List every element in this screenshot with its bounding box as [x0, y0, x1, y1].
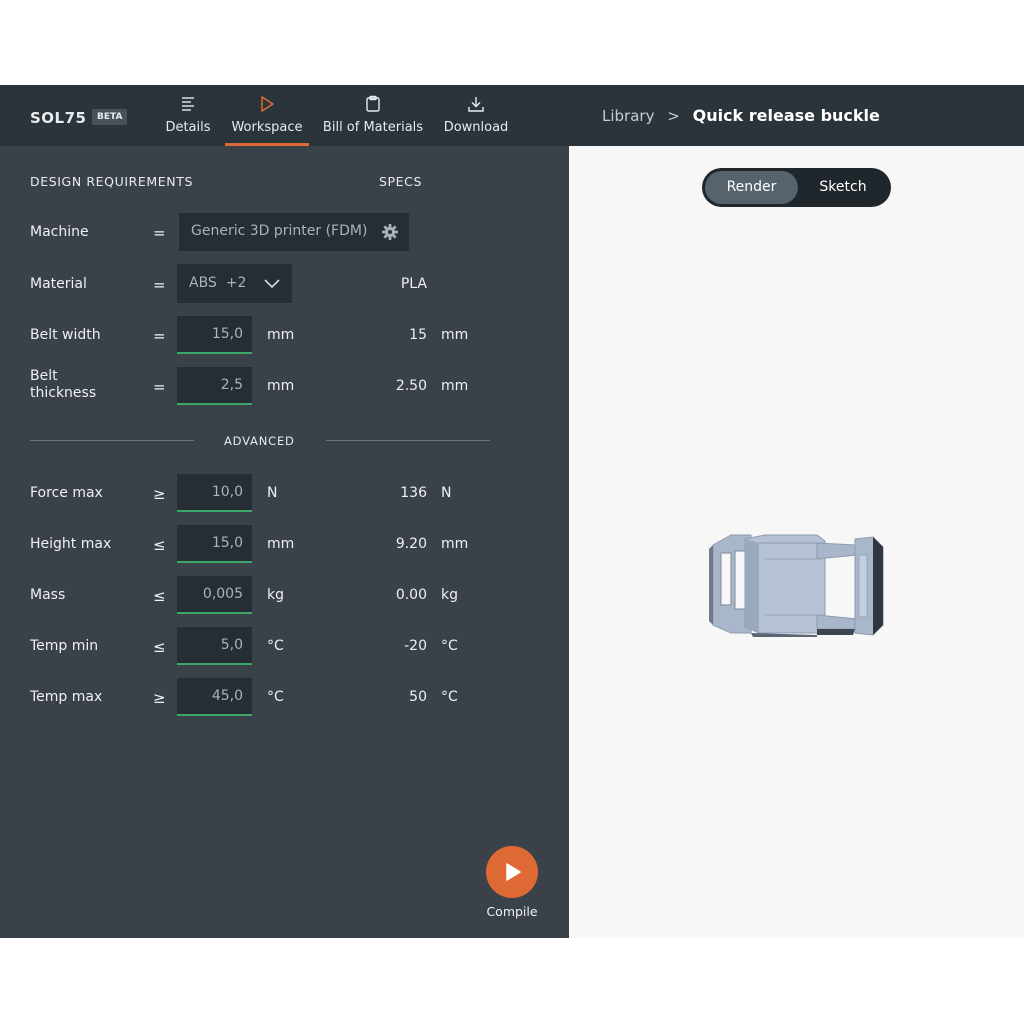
material-operator: = [153, 276, 166, 294]
machine-label: Machine [30, 224, 89, 240]
belt-thickness-label-line2: thickness [30, 385, 97, 401]
belt-width-input[interactable]: 15,0 [177, 316, 252, 354]
belt-thickness-label: Belt thickness [30, 368, 96, 402]
breadcrumb-separator: > [667, 107, 680, 125]
material-value: ABS +2 [189, 275, 247, 291]
compile-label: Compile [486, 904, 538, 919]
belt-thickness-spec: 2.50 [395, 378, 427, 394]
breadcrumb-library-link[interactable]: Library [602, 107, 654, 125]
clipboard-icon [366, 95, 380, 112]
beta-badge: BETA [92, 109, 128, 125]
mass-spec: 0.00 [395, 587, 427, 603]
play-icon [506, 863, 521, 881]
requirements-panel: DESIGN REQUIREMENTS SPECS Machine = Gene… [0, 146, 569, 938]
temp-max-spec: 50 [409, 689, 427, 705]
tab-download-label: Download [443, 120, 509, 135]
chevron-down-icon [264, 279, 280, 289]
tab-download[interactable]: Download [442, 85, 510, 146]
temp-max-label: Temp max [30, 689, 103, 705]
model-viewer: Render Sketch [569, 146, 1024, 938]
belt-width-spec-unit: mm [441, 327, 469, 343]
force-max-operator: ≥ [153, 485, 166, 503]
temp-min-input[interactable]: 5,0 [177, 627, 252, 665]
temp-max-operator: ≥ [153, 689, 166, 707]
compile-button[interactable] [486, 846, 538, 898]
temp-max-input[interactable]: 45,0 [177, 678, 252, 716]
height-max-spec-unit: mm [441, 536, 469, 552]
advanced-section-label: ADVANCED [224, 434, 295, 448]
belt-thickness-label-line1: Belt [30, 368, 58, 384]
belt-width-operator: = [153, 327, 166, 345]
belt-thickness-spec-unit: mm [441, 378, 469, 394]
mass-unit: kg [267, 587, 284, 603]
mass-input[interactable]: 0,005 [177, 576, 252, 614]
material-label: Material [30, 276, 87, 292]
view-mode-toggle: Render Sketch [702, 168, 891, 207]
belt-thickness-input[interactable]: 2,5 [177, 367, 252, 405]
gear-icon[interactable] [381, 223, 399, 241]
height-max-unit: mm [267, 536, 295, 552]
force-max-spec-unit: N [441, 485, 452, 501]
force-max-unit: N [267, 485, 278, 501]
temp-min-label: Temp min [30, 638, 99, 654]
temp-min-spec-unit: °C [441, 638, 458, 654]
height-max-input[interactable]: 15,0 [177, 525, 252, 563]
page-title: Quick release buckle [692, 106, 880, 125]
height-max-operator: ≤ [153, 536, 166, 554]
tab-workspace-label: Workspace [231, 120, 303, 135]
design-requirements-header: DESIGN REQUIREMENTS [30, 174, 193, 189]
belt-thickness-unit: mm [267, 378, 295, 394]
brand-logo: SOL75 [30, 109, 87, 127]
sketch-toggle-button[interactable]: Sketch [798, 171, 888, 204]
play-outline-icon [261, 96, 274, 112]
material-dropdown[interactable]: ABS +2 [177, 264, 292, 303]
material-spec: PLA [400, 276, 427, 292]
belt-thickness-operator: = [153, 378, 166, 396]
divider-right [326, 440, 490, 441]
download-icon [468, 97, 484, 112]
list-icon [182, 97, 194, 111]
specs-header: SPECS [379, 174, 423, 189]
force-max-input[interactable]: 10,0 [177, 474, 252, 512]
machine-operator: = [153, 224, 166, 242]
buckle-3d-model[interactable] [705, 529, 887, 641]
belt-width-spec: 15 [409, 327, 427, 343]
temp-max-spec-unit: °C [441, 689, 458, 705]
machine-select[interactable]: Generic 3D printer (FDM) [179, 213, 409, 251]
temp-min-unit: °C [267, 638, 284, 654]
tab-bill-of-materials-label: Bill of Materials [322, 120, 424, 135]
height-max-label: Height max [30, 536, 112, 552]
temp-min-operator: ≤ [153, 638, 166, 656]
mass-label: Mass [30, 587, 66, 603]
tab-bill-of-materials[interactable]: Bill of Materials [322, 85, 424, 146]
temp-min-spec: -20 [404, 638, 427, 654]
mass-spec-unit: kg [441, 587, 458, 603]
force-max-label: Force max [30, 485, 103, 501]
breadcrumb: Library > Quick release buckle [602, 106, 880, 125]
belt-width-unit: mm [267, 327, 295, 343]
app-window: SOL75 BETA Details Workspace Bill of Mat… [0, 85, 1024, 938]
temp-max-unit: °C [267, 689, 284, 705]
tab-details[interactable]: Details [160, 85, 216, 146]
divider-left [30, 440, 194, 441]
tab-workspace[interactable]: Workspace [225, 85, 309, 146]
top-bar: SOL75 BETA Details Workspace Bill of Mat… [0, 85, 1024, 146]
belt-width-label: Belt width [30, 327, 101, 343]
force-max-spec: 136 [400, 485, 427, 501]
machine-value: Generic 3D printer (FDM) [191, 223, 368, 239]
mass-operator: ≤ [153, 587, 166, 605]
height-max-spec: 9.20 [395, 536, 427, 552]
render-toggle-button[interactable]: Render [705, 171, 798, 204]
tab-details-label: Details [165, 120, 211, 135]
